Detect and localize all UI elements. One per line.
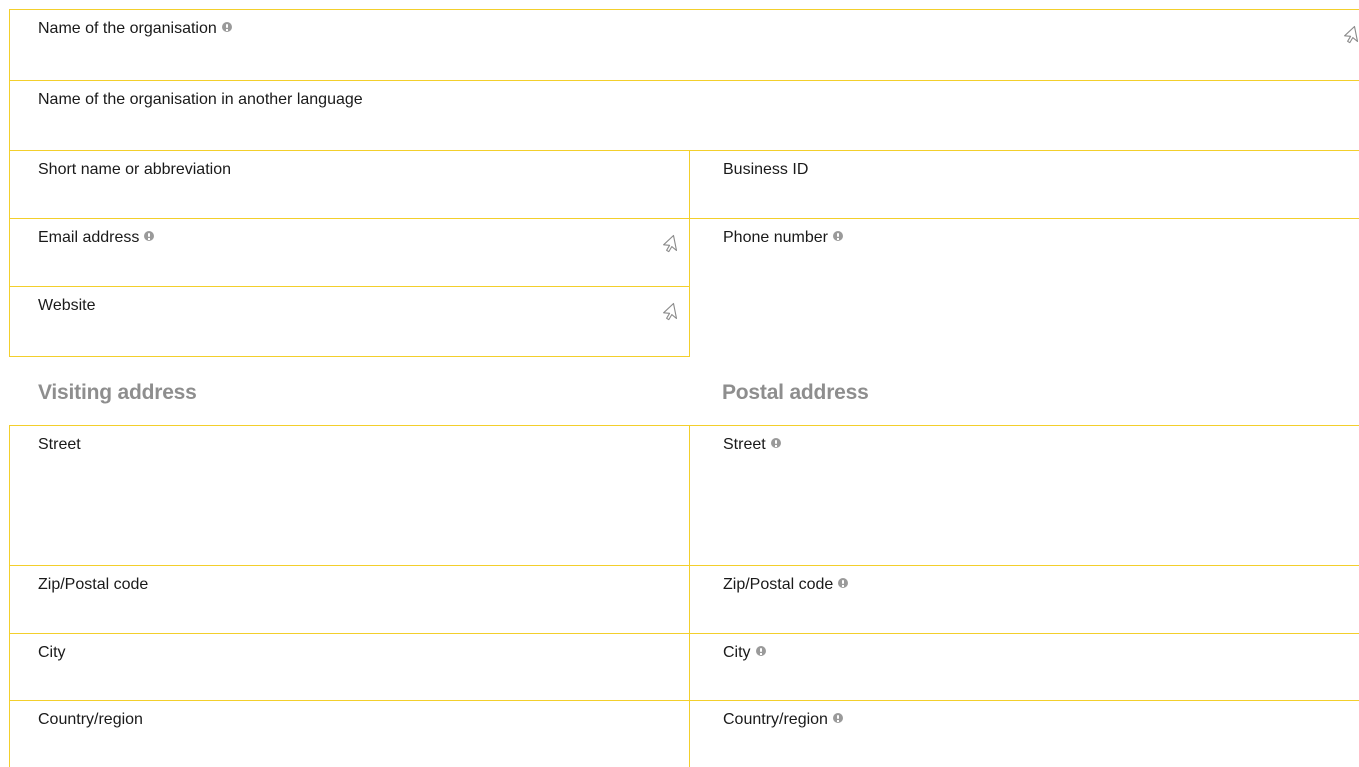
visiting-street-label: Street: [38, 436, 81, 453]
visiting-country-field[interactable]: Country/region: [9, 700, 689, 767]
business-id-input[interactable]: [723, 185, 1319, 212]
short-name-field[interactable]: Short name or abbreviation: [9, 150, 689, 218]
org-name-label: Name of the organisation: [38, 20, 217, 37]
required-info-icon[interactable]: [838, 578, 849, 588]
required-info-icon[interactable]: [144, 231, 155, 241]
phone-label: Phone number: [723, 229, 828, 246]
organisation-form: Name of the organisation Name of the org…: [0, 0, 1359, 767]
postal-address-heading: Postal address: [722, 381, 869, 404]
postal-city-field[interactable]: City: [689, 633, 1359, 700]
required-info-icon[interactable]: [770, 438, 781, 448]
short-name-input[interactable]: [38, 185, 649, 212]
visiting-zip-input[interactable]: [38, 600, 649, 627]
required-info-icon[interactable]: [221, 22, 232, 32]
required-info-icon[interactable]: [832, 713, 843, 723]
org-name-other-language-label: Name of the organisation in another lang…: [38, 91, 363, 108]
visiting-city-input[interactable]: [38, 668, 649, 694]
business-id-label: Business ID: [723, 161, 809, 178]
postal-street-field[interactable]: Street: [689, 425, 1359, 565]
visiting-street-field[interactable]: Street: [9, 425, 689, 565]
postal-country-input[interactable]: [723, 735, 1319, 761]
visiting-zip-field[interactable]: Zip/Postal code: [9, 565, 689, 633]
required-info-icon[interactable]: [832, 231, 843, 241]
postal-street-input[interactable]: [723, 460, 1319, 559]
required-info-icon[interactable]: [755, 646, 766, 656]
visiting-city-field[interactable]: City: [9, 633, 689, 700]
postal-country-field[interactable]: Country/region: [689, 700, 1359, 767]
phone-field[interactable]: Phone number: [689, 218, 1359, 286]
visiting-address-heading: Visiting address: [38, 381, 197, 404]
visiting-country-label: Country/region: [38, 711, 143, 728]
visiting-city-label: City: [38, 644, 66, 661]
postal-zip-field[interactable]: Zip/Postal code: [689, 565, 1359, 633]
postal-city-label: City: [723, 644, 751, 661]
postal-country-label: Country/region: [723, 711, 828, 728]
postal-city-input[interactable]: [723, 668, 1319, 694]
short-name-label: Short name or abbreviation: [38, 161, 231, 178]
org-name-other-language-field[interactable]: Name of the organisation in another lang…: [9, 80, 1359, 150]
link-cursor-icon[interactable]: [658, 300, 680, 322]
website-input[interactable]: [38, 321, 649, 350]
website-label: Website: [38, 297, 96, 314]
org-name-field[interactable]: Name of the organisation: [9, 9, 1359, 80]
visiting-country-input[interactable]: [38, 735, 649, 761]
email-label: Email address: [38, 229, 140, 246]
visiting-zip-label: Zip/Postal code: [38, 576, 149, 593]
business-id-field[interactable]: Business ID: [689, 150, 1359, 218]
org-name-other-language-input[interactable]: [38, 115, 1319, 144]
email-field[interactable]: Email address: [9, 218, 689, 286]
org-name-input[interactable]: [38, 44, 1319, 74]
email-input[interactable]: [38, 253, 649, 280]
postal-zip-input[interactable]: [723, 600, 1319, 627]
postal-zip-label: Zip/Postal code: [723, 576, 834, 593]
website-field[interactable]: Website: [9, 286, 690, 357]
link-cursor-icon[interactable]: [658, 232, 680, 254]
link-cursor-icon[interactable]: [1339, 23, 1359, 45]
phone-input[interactable]: [723, 253, 1319, 280]
visiting-street-input[interactable]: [38, 460, 649, 559]
postal-street-label: Street: [723, 436, 766, 453]
